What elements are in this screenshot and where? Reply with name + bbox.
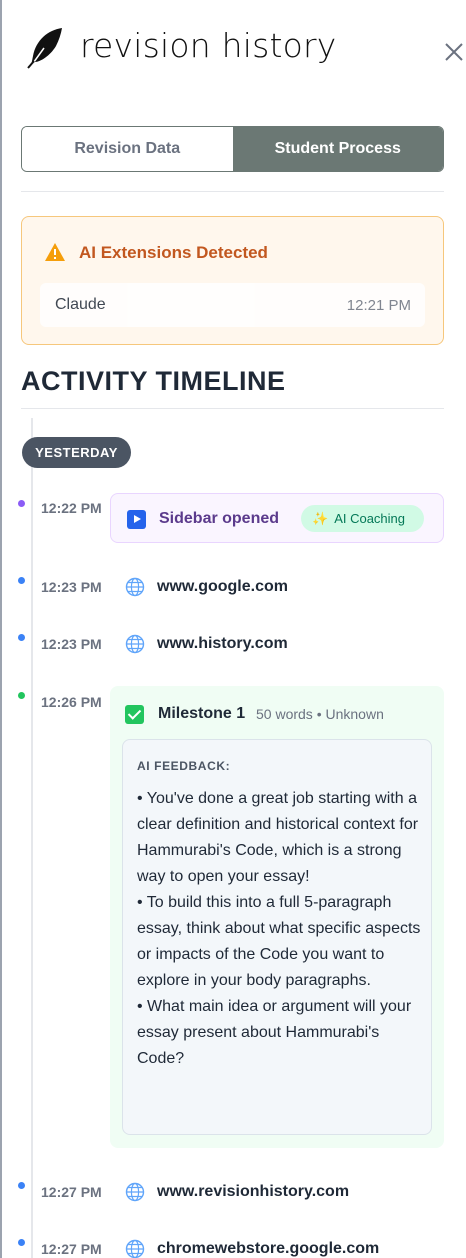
event-time: 12:22 PM xyxy=(41,500,102,516)
globe-icon xyxy=(125,577,145,597)
tab-revision-data[interactable]: Revision Data xyxy=(22,127,233,171)
feedback-label: AI FEEDBACK: xyxy=(137,759,231,773)
brand-title: revision history xyxy=(80,26,337,65)
tab-bar: Revision Data Student Process xyxy=(21,126,444,172)
timeline-line xyxy=(31,418,33,1258)
feedback-item: • You've done a great job starting with … xyxy=(137,790,419,885)
timeline-dot xyxy=(18,1182,25,1189)
event-time: 12:23 PM xyxy=(41,579,102,595)
play-icon xyxy=(127,510,146,529)
event-time: 12:23 PM xyxy=(41,636,102,652)
ai-extension-alert: AI Extensions Detected Claude 12:21 PM xyxy=(21,216,444,345)
sparkle-icon: ✨ xyxy=(312,510,329,526)
extension-name: Claude xyxy=(55,296,106,313)
sidebar-opened-event: Sidebar opened ✨ AI Coaching xyxy=(110,493,444,543)
timeline-dot xyxy=(18,634,25,641)
milestone-title: Milestone 1 xyxy=(158,705,246,722)
detected-extension-row: Claude 12:21 PM xyxy=(40,283,425,327)
extension-time: 12:21 PM xyxy=(346,297,411,314)
header: revision history xyxy=(24,22,444,72)
divider xyxy=(21,191,444,192)
globe-icon xyxy=(125,1182,145,1202)
globe-icon xyxy=(125,1239,145,1258)
timeline-dot xyxy=(18,577,25,584)
timeline-dot xyxy=(18,500,25,507)
day-badge: YESTERDAY xyxy=(22,437,131,468)
ai-feedback-box: AI FEEDBACK: • You've done a great job s… xyxy=(122,739,432,1135)
event-time: 12:27 PM xyxy=(41,1184,102,1200)
feedback-body: • You've done a great job starting with … xyxy=(137,786,421,1072)
ai-coaching-badge: ✨ AI Coaching xyxy=(301,505,424,532)
visited-url[interactable]: www.revisionhistory.com xyxy=(157,1183,349,1201)
visited-url[interactable]: chromewebstore.google.com xyxy=(157,1240,379,1258)
event-label: Sidebar opened xyxy=(159,510,280,527)
tab-student-process[interactable]: Student Process xyxy=(232,127,443,171)
warning-icon xyxy=(45,243,65,261)
quill-logo-icon xyxy=(27,28,62,69)
panel-left-border xyxy=(0,0,2,1258)
feedback-item: • What main idea or argument will your e… xyxy=(137,998,412,1067)
divider xyxy=(21,408,444,409)
visited-url[interactable]: www.google.com xyxy=(157,578,288,596)
event-time: 12:27 PM xyxy=(41,1241,102,1257)
timeline-dot xyxy=(18,692,25,699)
visited-url[interactable]: www.history.com xyxy=(157,635,288,653)
checkbox-icon xyxy=(125,705,144,724)
badge-label: AI Coaching xyxy=(334,511,406,526)
activity-timeline-title: ACTIVITY TIMELINE xyxy=(21,366,286,396)
close-icon[interactable] xyxy=(442,40,466,64)
timeline-dot xyxy=(18,1239,25,1246)
feedback-item: • To build this into a full 5-paragraph … xyxy=(137,894,421,989)
event-time: 12:26 PM xyxy=(41,694,102,710)
milestone-event: Milestone 1 50 words • Unknown AI FEEDBA… xyxy=(110,686,444,1148)
milestone-meta: 50 words • Unknown xyxy=(256,706,384,722)
globe-icon xyxy=(125,634,145,654)
alert-title: AI Extensions Detected xyxy=(79,243,268,262)
